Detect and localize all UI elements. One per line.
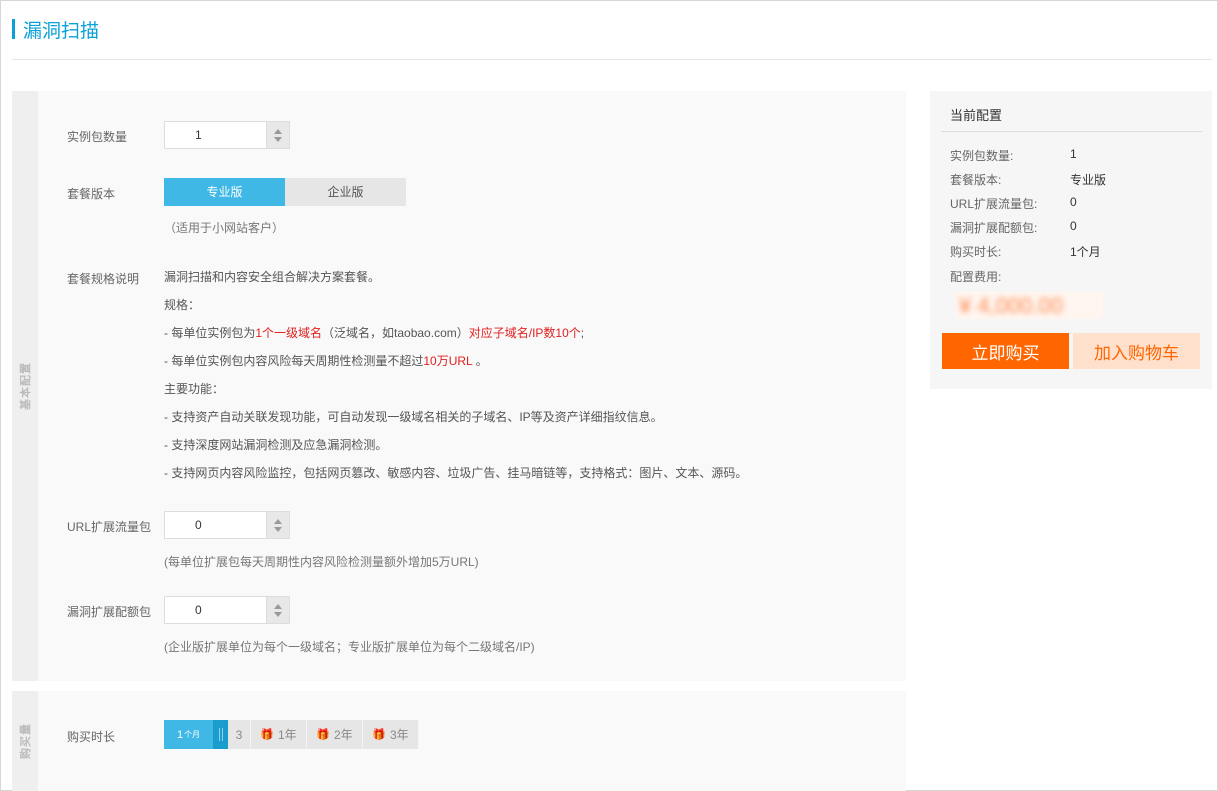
instance-count-label: 实例包数量 (67, 130, 128, 144)
spec-heading: 规格： (164, 298, 201, 312)
fee-label: 配置费用: (950, 270, 1002, 284)
vuln-pack-input[interactable] (164, 596, 267, 624)
config-row-value: 1个月 (1070, 245, 1101, 259)
spec-line-1: - 每单位实例包为1个一级域名（泛域名，如taobao.com）对应子域名/IP… (164, 326, 747, 354)
url-pack-hint: (每单位扩展包每天周期性内容风险检测量额外增加5万URL) (164, 555, 479, 569)
duration-option-1-year[interactable]: 🎁 1年 (251, 720, 307, 749)
duration-option-1-month[interactable]: 1 个月 (164, 720, 213, 749)
gift-icon: 🎁 (316, 729, 330, 741)
gift-icon: 🎁 (260, 729, 274, 741)
duration-slider[interactable]: 1 个月 3 🎁 1年 🎁 2年 🎁 3年 (164, 720, 419, 749)
slider-handle[interactable] (213, 720, 228, 749)
instance-count-input[interactable] (164, 121, 267, 149)
title-accent-bar (12, 19, 15, 39)
config-row-label: 实例包数量: (950, 149, 1014, 163)
edition-label: 套餐版本 (67, 187, 116, 201)
duration-option-2-year-label: 2年 (334, 728, 353, 742)
current-config-divider (941, 131, 1202, 132)
duration-option-3-year[interactable]: 🎁 3年 (363, 720, 419, 749)
config-row-value: 专业版 (1070, 173, 1107, 187)
spec-line-2: - 每单位实例包内容风险每天周期性检测量不超过10万URL 。 (164, 354, 747, 382)
duration-option-3[interactable]: 3 (228, 720, 251, 749)
spec-line-1-domain: 1个一级域名 (255, 326, 323, 340)
config-row-value: 0 (1070, 219, 1077, 233)
add-to-cart-button[interactable]: 加入购物车 (1073, 333, 1200, 369)
spec-line-2-suffix: 。 (472, 354, 488, 368)
url-pack-arrows[interactable] (267, 511, 290, 539)
vuln-pack-hint: (企业版扩展单位为每个一级域名；专业版扩展单位为每个二级域名/IP) (164, 640, 535, 654)
decrement-arrow-icon[interactable] (274, 526, 282, 532)
instance-count-stepper[interactable] (164, 121, 290, 149)
url-pack-input[interactable] (164, 511, 267, 539)
config-row-label: URL扩展流量包: (950, 197, 1038, 211)
url-pack-label: URL扩展流量包 (67, 520, 152, 534)
page-title-text: 漏洞扫描 (23, 20, 100, 42)
edition-option-pro[interactable]: 专业版 (164, 178, 285, 206)
fee-value: ¥ 4,000.00 (955, 292, 1103, 319)
edition-hint: （适用于小网站客户） (164, 221, 285, 235)
duration-section: 购买量 (12, 691, 906, 791)
gift-icon: 🎁 (372, 729, 386, 741)
config-row-label: 套餐版本: (950, 173, 1002, 187)
spec-label: 套餐规格说明 (67, 272, 140, 286)
duration-label: 购买时长 (67, 730, 116, 744)
instance-count-arrows[interactable] (267, 121, 290, 149)
vuln-pack-label: 漏洞扩展配额包 (67, 605, 152, 619)
title-divider (12, 59, 1212, 60)
buy-now-button[interactable]: 立即购买 (942, 333, 1069, 369)
duration-selected-unit: 个月 (184, 730, 201, 739)
basic-config-tab: 基本配置 (12, 91, 38, 681)
spec-description: 漏洞扫描和内容安全组合解决方案套餐。 规格： - 每单位实例包为1个一级域名（泛… (164, 270, 747, 494)
decrement-arrow-icon[interactable] (274, 611, 282, 617)
edition-selector: 专业版 企业版 (164, 178, 406, 206)
spec-line-2-url: 10万URL (423, 354, 473, 368)
duration-tab: 购买量 (12, 691, 38, 791)
duration-tab-label: 购买量 (20, 723, 32, 759)
duration-option-2-year[interactable]: 🎁 2年 (307, 720, 363, 749)
config-row-label: 漏洞扩展配额包: (950, 221, 1038, 235)
basic-config-tab-label: 基本配置 (20, 362, 32, 410)
increment-arrow-icon[interactable] (274, 603, 282, 609)
vuln-pack-arrows[interactable] (267, 596, 290, 624)
page-title: 漏洞扫描 (12, 18, 100, 42)
vuln-pack-stepper[interactable] (164, 596, 290, 624)
config-row-value: 0 (1070, 195, 1077, 209)
config-row-value: 1 (1070, 147, 1077, 161)
spec-line-1-suffix: ; (580, 326, 585, 340)
duration-selected-number: 1 (176, 728, 184, 741)
increment-arrow-icon[interactable] (274, 518, 282, 524)
current-config-title: 当前配置 (950, 108, 1003, 123)
spec-line-1-prefix: - 每单位实例包为 (164, 326, 256, 340)
url-pack-stepper[interactable] (164, 511, 290, 539)
feature-1: - 支持资产自动关联发现功能，可自动发现一级域名相关的子域名、IP等及资产详细指… (164, 410, 663, 424)
duration-option-1-year-label: 1年 (278, 728, 297, 742)
config-row-label: 购买时长: (950, 245, 1002, 259)
duration-option-3-year-label: 3年 (390, 728, 409, 742)
feature-3: - 支持网页内容风险监控，包括网页篡改、敏感内容、垃圾广告、挂马暗链等，支持格式… (164, 466, 748, 480)
spec-intro: 漏洞扫描和内容安全组合解决方案套餐。 (164, 270, 381, 284)
decrement-arrow-icon[interactable] (274, 136, 282, 142)
spec-line-1-example: （泛域名，如taobao.com） (322, 326, 469, 340)
spec-line-1-subdomains: 对应子域名/IP数10个 (468, 326, 581, 340)
spec-line-2-prefix: - 每单位实例包内容风险每天周期性检测量不超过 (164, 354, 424, 368)
fee-value-text: ¥ 4,000.00 (959, 293, 1063, 318)
edition-option-enterprise[interactable]: 企业版 (285, 178, 406, 206)
features-heading: 主要功能： (164, 382, 225, 396)
feature-2: - 支持深度网站漏洞检测及应急漏洞检测。 (164, 438, 388, 452)
increment-arrow-icon[interactable] (274, 128, 282, 134)
